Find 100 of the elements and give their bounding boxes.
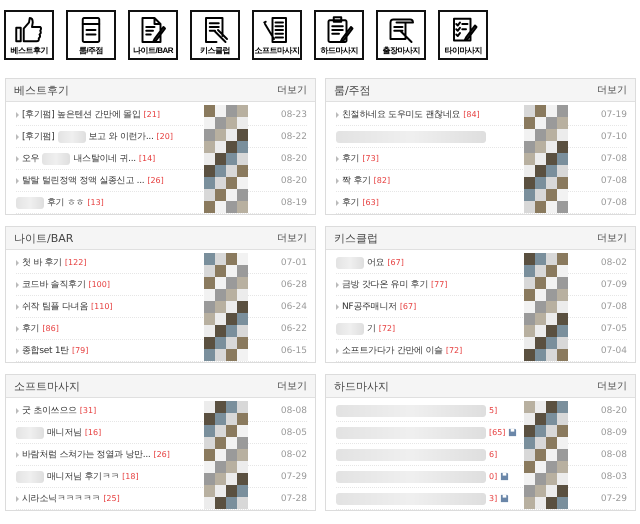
- post-title-link[interactable]: 오우: [22, 152, 40, 165]
- post-title-link[interactable]: 어요: [367, 256, 384, 269]
- thumbs-up-icon: [14, 14, 44, 44]
- comment-count: [25]: [103, 494, 120, 503]
- comment-count: 3]: [489, 494, 498, 503]
- comment-count: [18]: [122, 472, 139, 481]
- comment-count: [84]: [463, 110, 480, 119]
- comment-count: [13]: [87, 198, 104, 207]
- post-title-link[interactable]: 매니저님: [47, 426, 82, 439]
- post-title-link[interactable]: 후기 ㅎㅎ: [47, 196, 84, 209]
- post-title-link[interactable]: 소프트가다가 간만에 이슬: [342, 344, 443, 357]
- comment-count: [79]: [72, 346, 88, 355]
- post-date: 08-22: [280, 132, 307, 142]
- post-date: 07-08: [600, 154, 627, 164]
- post-date: 06-28: [280, 280, 307, 290]
- comment-count: 5]: [489, 406, 498, 415]
- comment-count: [67]: [387, 258, 404, 267]
- post-title-link[interactable]: 시라소닉ㅋㅋㅋㅋㅋ: [22, 492, 100, 505]
- post-title-link[interactable]: 쉬작 팀플 다녀옴: [22, 300, 88, 313]
- category-button[interactable]: 키스클럽: [190, 10, 240, 60]
- post-date: 08-05: [280, 428, 307, 438]
- post-date: 07-08: [600, 176, 627, 186]
- post-title-link[interactable]: 후기: [342, 152, 360, 165]
- post-title-link[interactable]: 내스탈이네 귀...: [73, 152, 136, 165]
- post-date: 07-10: [600, 132, 627, 142]
- board-title: 베스트후기: [14, 82, 69, 98]
- board-title: 하드마사지: [334, 378, 389, 394]
- post-title-link[interactable]: 기: [367, 322, 376, 335]
- post-date: 06-24: [280, 302, 307, 312]
- comment-count: [26]: [147, 176, 164, 185]
- post-title-link[interactable]: 짝 후기: [342, 174, 371, 187]
- comment-count: [72]: [378, 324, 396, 333]
- board-title: 나이트/BAR: [14, 230, 74, 246]
- blurred-text: [42, 152, 70, 164]
- post-date: 08-20: [600, 406, 627, 416]
- category-button[interactable]: 하드마사지: [314, 10, 364, 60]
- post-date: 08-08: [600, 450, 627, 460]
- post-title-link[interactable]: 첫 바 후기: [22, 256, 62, 269]
- post-date: 07-08: [600, 302, 627, 312]
- board-title: 소프트마사지: [14, 378, 80, 394]
- category-button[interactable]: 출장마사지: [376, 10, 426, 60]
- more-link[interactable]: 더보기: [597, 231, 627, 245]
- comment-count: [86]: [42, 324, 59, 333]
- comment-count: 0]: [489, 472, 498, 481]
- post-date: 08-23: [280, 110, 307, 120]
- category-button[interactable]: 베스트후기: [4, 10, 54, 60]
- more-link[interactable]: 더보기: [277, 379, 307, 393]
- more-link[interactable]: 더보기: [277, 231, 307, 245]
- comment-count: [82]: [374, 176, 390, 185]
- post-date: 08-08: [280, 406, 307, 416]
- post-date: 08-02: [600, 258, 627, 268]
- more-link[interactable]: 더보기: [597, 83, 627, 97]
- comment-count: 6]: [489, 450, 498, 459]
- board-title: 키스클럽: [334, 230, 378, 246]
- category-button[interactable]: 룸/주점: [66, 10, 116, 60]
- category-button[interactable]: 소프트마사지: [252, 10, 302, 60]
- post-title-link[interactable]: [후기펌] 높은텐션 간만에 몰입: [22, 108, 141, 121]
- post-date: 07-29: [280, 472, 307, 482]
- category-button[interactable]: 나이트/BAR: [128, 10, 178, 60]
- post-title-link[interactable]: 친절하네요 도우미도 괜찮네요: [342, 108, 460, 121]
- post-date: 07-05: [600, 324, 627, 334]
- post-title-link[interactable]: 매니저님 후기ㅋㅋ: [47, 470, 120, 483]
- post-date: 08-20: [280, 176, 307, 186]
- post-title-link[interactable]: 굿 초이쓰으으: [22, 404, 77, 417]
- post-title-link[interactable]: 금방 갓다온 유미 후기: [342, 278, 428, 291]
- post-date: 07-08: [600, 198, 627, 208]
- comment-count: [63]: [362, 198, 379, 207]
- category-button[interactable]: 타이마사지: [438, 10, 488, 60]
- post-date: 08-09: [600, 428, 627, 438]
- comment-count: [31]: [80, 406, 96, 415]
- blurred-text: [58, 130, 86, 142]
- comment-count: [16]: [84, 428, 102, 437]
- post-date: 07-19: [600, 110, 627, 120]
- post-date: 08-03: [600, 472, 627, 482]
- post-date: 06-22: [280, 324, 307, 334]
- post-date: 07-09: [600, 280, 627, 290]
- post-title-link[interactable]: NF공주매니저: [342, 300, 397, 313]
- comment-count: [20]: [156, 132, 173, 141]
- post-title-link[interactable]: 탈탈 털린정액 정액 실종신고 ...: [22, 174, 144, 187]
- post-title-link[interactable]: 후기: [342, 196, 360, 209]
- post-date: 07-28: [280, 494, 307, 504]
- post-title-link[interactable]: 보고 와 이런가...: [88, 130, 154, 143]
- comment-count: [110]: [91, 302, 113, 311]
- post-date: 08-19: [280, 198, 307, 208]
- board-title: 룸/주점: [334, 82, 371, 98]
- more-link[interactable]: 더보기: [277, 83, 307, 97]
- post-title-link[interactable]: 코드바 솔직후기: [22, 278, 86, 291]
- post-date: 08-02: [280, 450, 307, 460]
- post-title-link[interactable]: 바람처럼 스쳐가는 정열과 낭만...: [22, 448, 150, 461]
- comment-count: [122]: [64, 258, 86, 267]
- comment-count: [73]: [362, 154, 379, 163]
- more-link[interactable]: 더보기: [597, 379, 627, 393]
- comment-count: [65]: [489, 428, 506, 437]
- post-title-link[interactable]: [후기펌]: [22, 130, 55, 143]
- post-title-link[interactable]: 후기: [22, 322, 40, 335]
- post-date: 07-04: [600, 346, 627, 356]
- post-title-link[interactable]: 종합set 1탄: [22, 344, 69, 357]
- comment-count: [26]: [153, 450, 170, 459]
- post-date: 07-01: [280, 258, 307, 268]
- comment-count: [21]: [144, 110, 160, 119]
